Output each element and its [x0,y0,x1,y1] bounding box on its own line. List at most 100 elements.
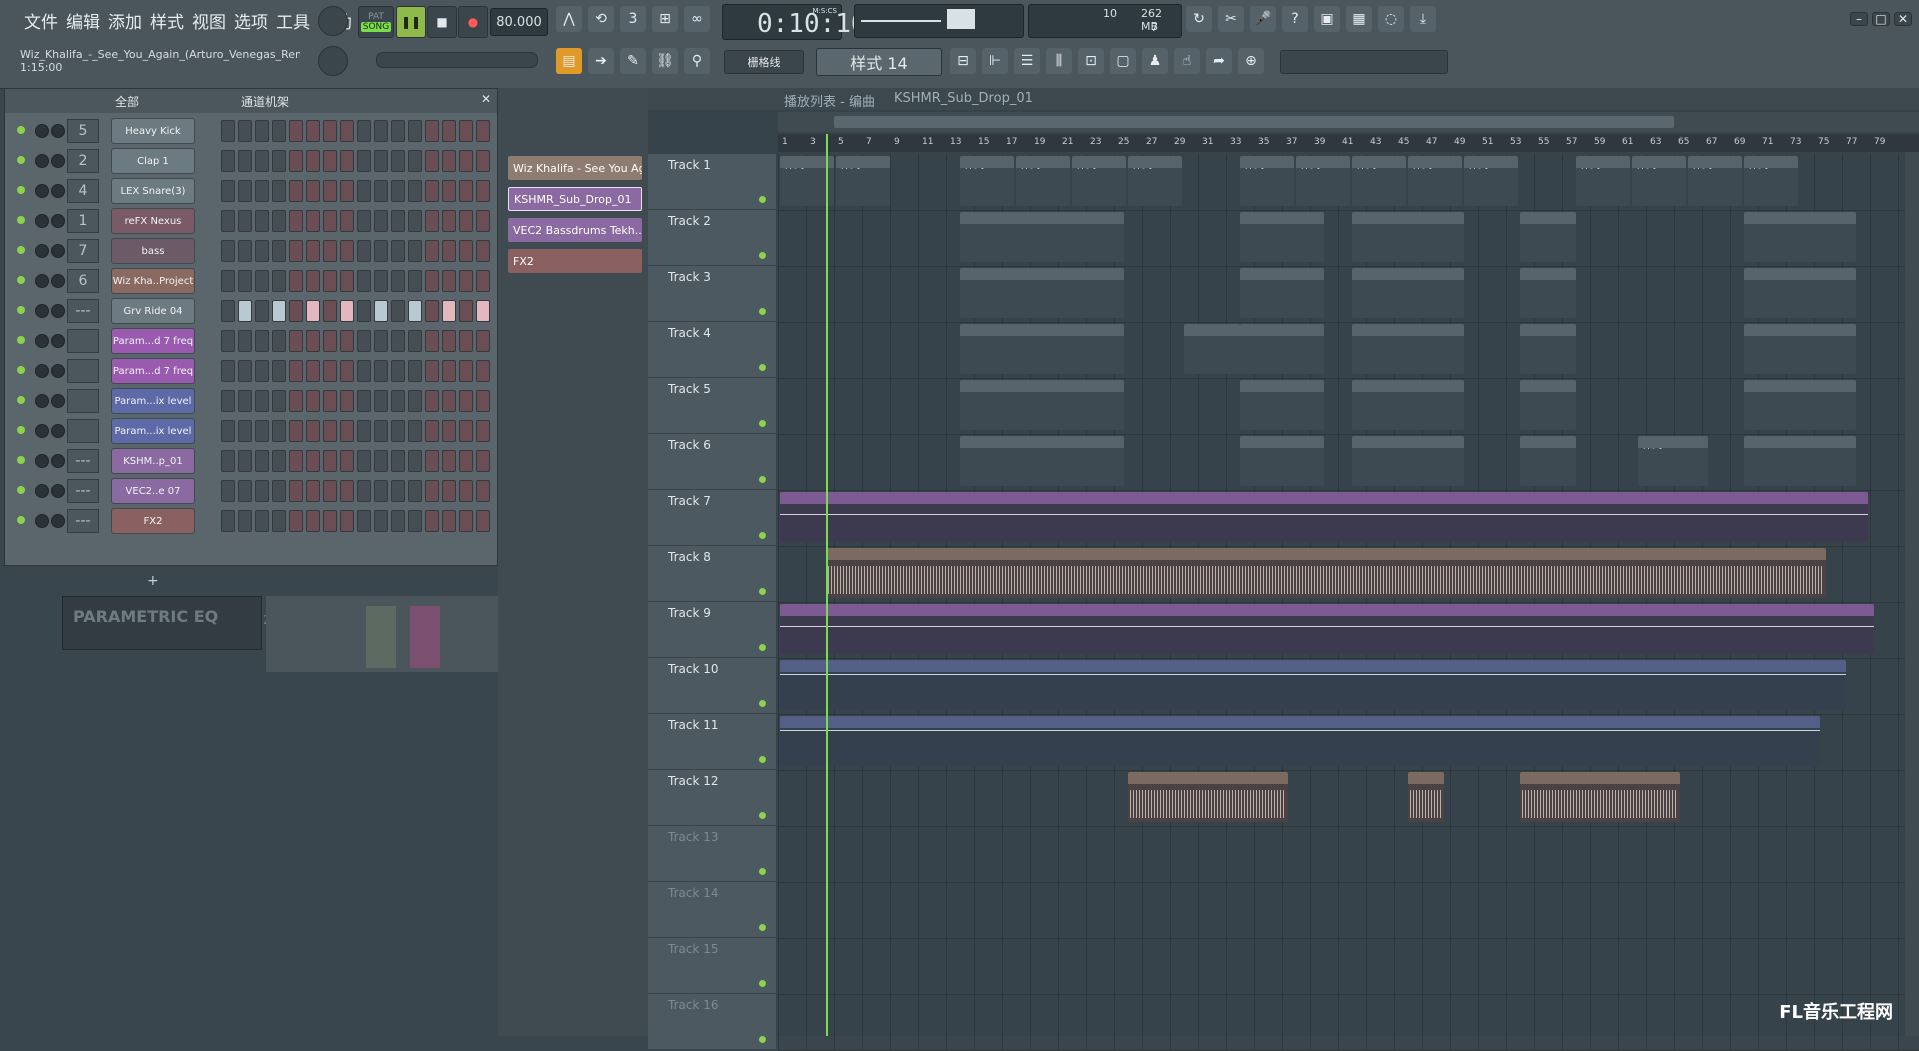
pattern-clip[interactable]: 样式 13 [1576,156,1630,206]
track-active-led[interactable] [759,868,766,875]
pattern-clip[interactable] [1240,324,1324,374]
step-button[interactable] [255,180,269,202]
track-header[interactable]: Track 10 [648,658,776,714]
step-button[interactable] [306,330,320,352]
step-button[interactable] [221,390,235,412]
channel-name-button[interactable]: Heavy Kick [111,118,195,144]
step-button[interactable] [408,360,422,382]
step-button[interactable] [255,330,269,352]
step-button[interactable] [238,420,252,442]
step-button[interactable] [357,150,371,172]
pat-song-toggle[interactable]: PAT SONG [358,6,394,38]
step-button[interactable] [391,300,405,322]
step-button[interactable] [374,450,388,472]
track-lane[interactable]: Param. EQ 2 (piano) - Band 7 freq [778,602,1919,659]
step-button[interactable] [221,270,235,292]
mixer-icon[interactable]: ⫼ [1046,48,1072,74]
step-button[interactable] [408,450,422,472]
step-button[interactable] [221,330,235,352]
step-button[interactable] [238,120,252,142]
channel-volume-knob[interactable] [51,334,65,348]
snap-selector[interactable]: 栅格线 [724,50,804,74]
channel-mute-led[interactable] [17,486,25,494]
channel-pan-knob[interactable] [35,364,49,378]
step-button[interactable] [442,510,456,532]
track-lane[interactable]: Param. EQ 2 (piano) - Mix level [778,714,1919,771]
step-button[interactable] [357,300,371,322]
pattern-clip[interactable] [960,436,1124,486]
channel-mixer-track[interactable] [67,389,99,413]
step-button[interactable] [340,180,354,202]
pattern-clip[interactable] [1520,212,1576,262]
step-button[interactable] [391,120,405,142]
step-button[interactable] [340,510,354,532]
step-button[interactable] [442,450,456,472]
step-button[interactable] [272,300,286,322]
track-active-led[interactable] [759,644,766,651]
channel-volume-knob[interactable] [51,484,65,498]
channel-pan-knob[interactable] [35,394,49,408]
channel-mute-led[interactable] [17,366,25,374]
step-button[interactable] [238,210,252,232]
step-button[interactable] [425,480,439,502]
pattern-clip[interactable]: 样式 3 [1408,156,1462,206]
channel-name-button[interactable]: reFX Nexus [111,208,195,234]
step-button[interactable] [408,300,422,322]
track-active-led[interactable] [759,980,766,987]
step-button[interactable] [442,270,456,292]
render-icon[interactable]: ▦ [1346,6,1372,32]
channel-name-button[interactable]: VEC2..e 07 [111,478,195,504]
track-header[interactable]: Track 5 [648,378,776,434]
step-button[interactable] [391,180,405,202]
track-lane[interactable] [778,882,1919,939]
channel-pan-knob[interactable] [35,304,49,318]
step-button[interactable] [391,420,405,442]
step-button[interactable] [340,120,354,142]
pattern-clip[interactable]: 样式 2 [1128,156,1182,206]
channel-pan-knob[interactable] [35,154,49,168]
step-button[interactable] [391,330,405,352]
step-button[interactable] [272,390,286,412]
add-channel-button[interactable]: + [147,573,159,589]
step-button[interactable] [255,240,269,262]
step-button[interactable] [459,300,473,322]
step-button[interactable] [272,330,286,352]
chat-icon[interactable]: ◌ [1378,6,1404,32]
channel-pan-knob[interactable] [35,454,49,468]
step-button[interactable] [357,120,371,142]
step-button[interactable] [425,330,439,352]
track-lane[interactable]: Param. EQ 2 (snare) - Band 7 freq [778,490,1919,547]
step-button[interactable] [357,270,371,292]
pattern-clip[interactable] [1520,268,1576,318]
pattern-clip[interactable] [1352,436,1464,486]
step-button[interactable] [323,270,337,292]
channel-mute-led[interactable] [17,396,25,404]
step-button[interactable] [306,360,320,382]
step-button[interactable] [221,240,235,262]
track-lane[interactable] [778,322,1919,379]
pattern-clip[interactable] [1240,380,1324,430]
track-header[interactable]: Track 11 [648,714,776,770]
track-header[interactable]: Track 4 [648,322,776,378]
step-button[interactable] [238,240,252,262]
channel-volume-knob[interactable] [51,514,65,528]
menu-patterns[interactable]: 样式 [146,8,188,33]
step-button[interactable] [391,480,405,502]
step-button[interactable] [289,450,303,472]
step-button[interactable] [408,240,422,262]
track-header[interactable]: Track 13 [648,826,776,882]
browser-item-sub-drop[interactable]: KSHMR_Sub_Drop_01 [508,187,642,211]
step-button[interactable] [476,180,490,202]
step-button[interactable] [272,270,286,292]
plugin-window[interactable]: PARAMETRIC EQ 2 [62,596,271,650]
master-pitch-slider[interactable] [376,52,538,68]
step-button[interactable] [255,450,269,472]
browser-item-fx2[interactable]: FX2 [508,249,642,273]
step-button[interactable] [374,330,388,352]
record-button[interactable]: ● [458,6,488,38]
channel-mixer-track[interactable] [67,419,99,443]
channel-mute-led[interactable] [17,186,25,194]
step-button[interactable] [323,330,337,352]
step-button[interactable] [442,390,456,412]
track-header[interactable]: Track 2 [648,210,776,266]
